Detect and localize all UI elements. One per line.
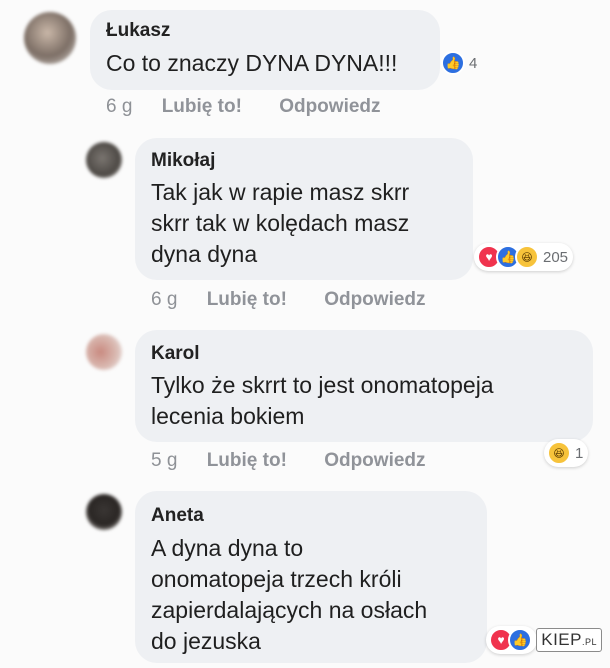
haha-icon: 😆 — [547, 441, 571, 465]
reaction-summary[interactable]: ♥ 👍 😆 205 — [474, 243, 574, 271]
comment-actions: 5 g Lubię to! Odpowiedz — [151, 450, 426, 472]
comment-text: Tylko że skrrt to jest onomatopeja lecen… — [151, 370, 494, 432]
comment-text-line: skrr tak w kolędach masz — [151, 210, 410, 236]
comment-text-line: Tak jak w rapie masz skrr — [151, 179, 410, 205]
comment-text-line: Co to znaczy DYNA DYNA!!! — [106, 50, 398, 76]
reaction-count: 1 — [575, 444, 584, 462]
watermark-main: KIEP — [541, 630, 582, 649]
avatar[interactable] — [86, 494, 122, 530]
reaction-count: 205 — [543, 248, 569, 266]
comment-author[interactable]: Aneta — [151, 505, 204, 527]
reaction-summary[interactable]: 😆 1 — [544, 439, 589, 467]
comment-author[interactable]: Mikołaj — [151, 150, 215, 172]
like-icon: 👍 — [441, 51, 465, 75]
comment-text-line: A dyna dyna to — [151, 535, 304, 561]
comment-text-line: lecenia bokiem — [151, 403, 305, 429]
like-icon: 👍 — [508, 628, 532, 652]
comment-timestamp[interactable]: 6 g — [151, 289, 177, 311]
comment-text: Tak jak w rapie masz skrr skrr tak w kol… — [151, 177, 409, 270]
comment-timestamp[interactable]: 5 g — [151, 450, 177, 472]
comment-author[interactable]: Karol — [151, 343, 200, 365]
comment-actions: 6 g Lubię to! Odpowiedz — [106, 96, 381, 118]
comment-text-line: dyna dyna — [151, 241, 258, 267]
reply-button[interactable]: Odpowiedz — [324, 289, 425, 311]
comment-text-line: zapierdalających na osłach — [151, 597, 428, 623]
like-button[interactable]: Lubię to! — [162, 96, 242, 118]
haha-icon: 😆 — [515, 245, 539, 269]
reaction-summary[interactable]: 👍 4 — [438, 49, 482, 77]
avatar[interactable] — [86, 334, 122, 370]
comment-text-line: onomatopeja trzech króli — [151, 566, 402, 592]
site-watermark: KIEP.PL — [536, 628, 602, 652]
reply-button[interactable]: Odpowiedz — [324, 450, 425, 472]
comment-timestamp[interactable]: 6 g — [106, 96, 132, 118]
like-button[interactable]: Lubię to! — [207, 450, 287, 472]
comment-author[interactable]: Łukasz — [106, 20, 170, 42]
reaction-count: 4 — [469, 54, 478, 72]
avatar[interactable] — [86, 142, 122, 178]
comment-text: A dyna dyna to onomatopeja trzech króli … — [151, 533, 427, 657]
like-button[interactable]: Lubię to! — [207, 289, 287, 311]
comment-text-line: Tylko że skrrt to jest onomatopeja — [151, 372, 494, 398]
avatar[interactable] — [24, 12, 76, 64]
reply-button[interactable]: Odpowiedz — [279, 96, 380, 118]
comment-text-line: do jezuska — [151, 628, 261, 654]
comment-actions: 6 g Lubię to! Odpowiedz — [151, 289, 426, 311]
reaction-summary[interactable]: ♥ 👍 — [486, 626, 537, 654]
watermark-suffix: .PL — [581, 637, 597, 647]
comment-text: Co to znaczy DYNA DYNA!!! — [106, 48, 397, 79]
